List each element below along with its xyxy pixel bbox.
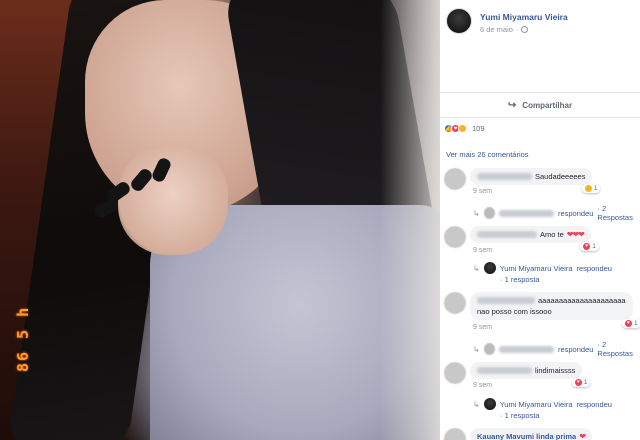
comment-text-line1: aaaaaaaaaaaaaaaaaaaaa (538, 296, 626, 305)
comment: aaaaaaaaaaaaaaaaaaaaa nao posso com isso… (444, 292, 640, 328)
reply-arrow-icon: ↳ (473, 263, 480, 273)
comment-text-line2: nao posso com issooo (477, 307, 552, 316)
replier-name: Yumi Miyamaru Vieira (499, 399, 573, 409)
comment: lindimaissss ♥ 1 (444, 362, 591, 387)
reply-arrow-icon: ↳ (473, 208, 480, 218)
reply-arrow-icon: ↳ (473, 399, 480, 409)
reply-action: respondeu (557, 208, 594, 218)
commenter-avatar[interactable] (444, 292, 466, 314)
replies-link[interactable]: ↳ respondeu · 2 Respostas (473, 340, 640, 358)
commenter-avatar[interactable] (444, 168, 466, 190)
comment-text-partial[interactable]: Kauany Mavumi linda prima (477, 432, 576, 440)
reply-count: · 2 Respostas (597, 204, 633, 222)
replies-count-link[interactable]: · 1 resposta (500, 411, 540, 420)
comment-reactions[interactable]: 1 (581, 184, 601, 193)
comment-bubble: Saudadeeeees 1 (470, 168, 601, 193)
comment-reaction-count: 1 (592, 243, 596, 250)
photo-date-stamp: 86 5 h (14, 305, 32, 372)
replies-link[interactable]: ↳ Yumi Miyamaru Vieira respondeu (473, 262, 612, 274)
post-side-panel: Yumi Miyamaru Vieira 6 de maio · ↪ Compa… (440, 0, 640, 440)
reply-count: · 2 Respostas (597, 340, 633, 358)
share-arrow-icon: ↪ (507, 99, 517, 111)
wow-reaction-icon (458, 124, 467, 133)
reactions-count: 109 (472, 124, 485, 133)
replier-name-blurred (498, 209, 554, 217)
hearts-emoji: ❤❤❤ (566, 230, 585, 239)
reply-count: · 1 resposta (500, 275, 540, 284)
replies-count-link[interactable]: · 1 resposta (500, 275, 540, 284)
comment-bubble: Kauany Mavumi linda prima ❤ (470, 428, 592, 440)
comment-time[interactable]: 9 sem (473, 382, 492, 389)
view-more-comments-link[interactable]: Ver mais 26 comentários (446, 150, 529, 159)
comment-time[interactable]: 9 sem (473, 247, 492, 254)
comment-reactions[interactable]: ♥ 1 (580, 242, 599, 251)
comment-text: lindimaissss (535, 366, 576, 375)
commenter-name-blurred[interactable] (477, 231, 537, 238)
comment-reaction-count: 1 (593, 185, 598, 192)
commenter-avatar[interactable] (444, 362, 466, 384)
reply-count: · 1 resposta (500, 411, 540, 420)
reply-arrow-icon: ↳ (473, 344, 480, 354)
reply-action: respondeu (576, 263, 612, 273)
photo-light-glare (380, 0, 440, 440)
comment-time[interactable]: 9 sem (473, 324, 492, 331)
replier-avatar (483, 343, 495, 355)
commenter-name-blurred[interactable] (477, 367, 532, 374)
post-author: Yumi Miyamaru Vieira 6 de maio · (440, 0, 640, 40)
comment: Saudadeeeees 1 (444, 168, 601, 193)
commenter-avatar[interactable] (444, 226, 466, 248)
post-photo[interactable]: 86 5 h (0, 0, 440, 440)
share-label: Compartilhar (522, 100, 573, 110)
comment: Kauany Mavumi linda prima ❤ (444, 428, 592, 440)
comment-bubble: aaaaaaaaaaaaaaaaaaaaa nao posso com isso… (470, 292, 640, 328)
comment-reactions[interactable]: ♥ 1 (571, 378, 591, 387)
replier-avatar (483, 262, 496, 274)
heart-emoji: ❤ (579, 432, 586, 440)
replies-link[interactable]: ↳ respondeu · 2 Respostas (473, 204, 640, 222)
comment-bubble: Amo te ❤❤❤ ♥ 1 (470, 226, 599, 251)
reply-action: respondeu (557, 344, 594, 354)
reactions-summary[interactable]: 👍 ♥ 109 (444, 124, 485, 133)
comment-time[interactable]: 9 sem (473, 188, 492, 195)
photo-hand (118, 145, 228, 255)
author-name[interactable]: Yumi Miyamaru Vieira (480, 12, 568, 22)
middle-dot: · (515, 25, 519, 34)
love-reaction-icon: ♥ (624, 320, 632, 327)
replier-avatar (483, 398, 496, 410)
love-reaction-icon: ♥ (574, 379, 582, 386)
replier-avatar (483, 207, 495, 219)
commenter-name-blurred[interactable] (477, 173, 532, 180)
reply-action: respondeu (576, 399, 612, 409)
sad-reaction-icon (584, 185, 592, 192)
comment-reaction-count: 1 (583, 379, 588, 386)
comment-text: Amo te (540, 230, 564, 239)
comment: Amo te ❤❤❤ ♥ 1 (444, 226, 599, 251)
comment-reactions[interactable]: ♥ 1 (621, 319, 640, 328)
replier-name-blurred (498, 345, 554, 353)
replier-name: Yumi Miyamaru Vieira (499, 263, 573, 273)
comment-bubble: lindimaissss ♥ 1 (470, 362, 591, 387)
share-button[interactable]: ↪ Compartilhar (440, 92, 640, 118)
globe-icon (521, 26, 529, 33)
commenter-name-blurred[interactable] (477, 297, 535, 304)
comment-text: Saudadeeeees (535, 172, 586, 181)
replies-link[interactable]: ↳ Yumi Miyamaru Vieira respondeu (473, 398, 612, 410)
post-date[interactable]: 6 de maio (480, 25, 513, 34)
comment-reaction-count: 1 (633, 320, 638, 327)
love-reaction-icon: ♥ (583, 243, 591, 250)
author-avatar[interactable] (446, 8, 472, 34)
commenter-avatar[interactable] (444, 428, 466, 440)
